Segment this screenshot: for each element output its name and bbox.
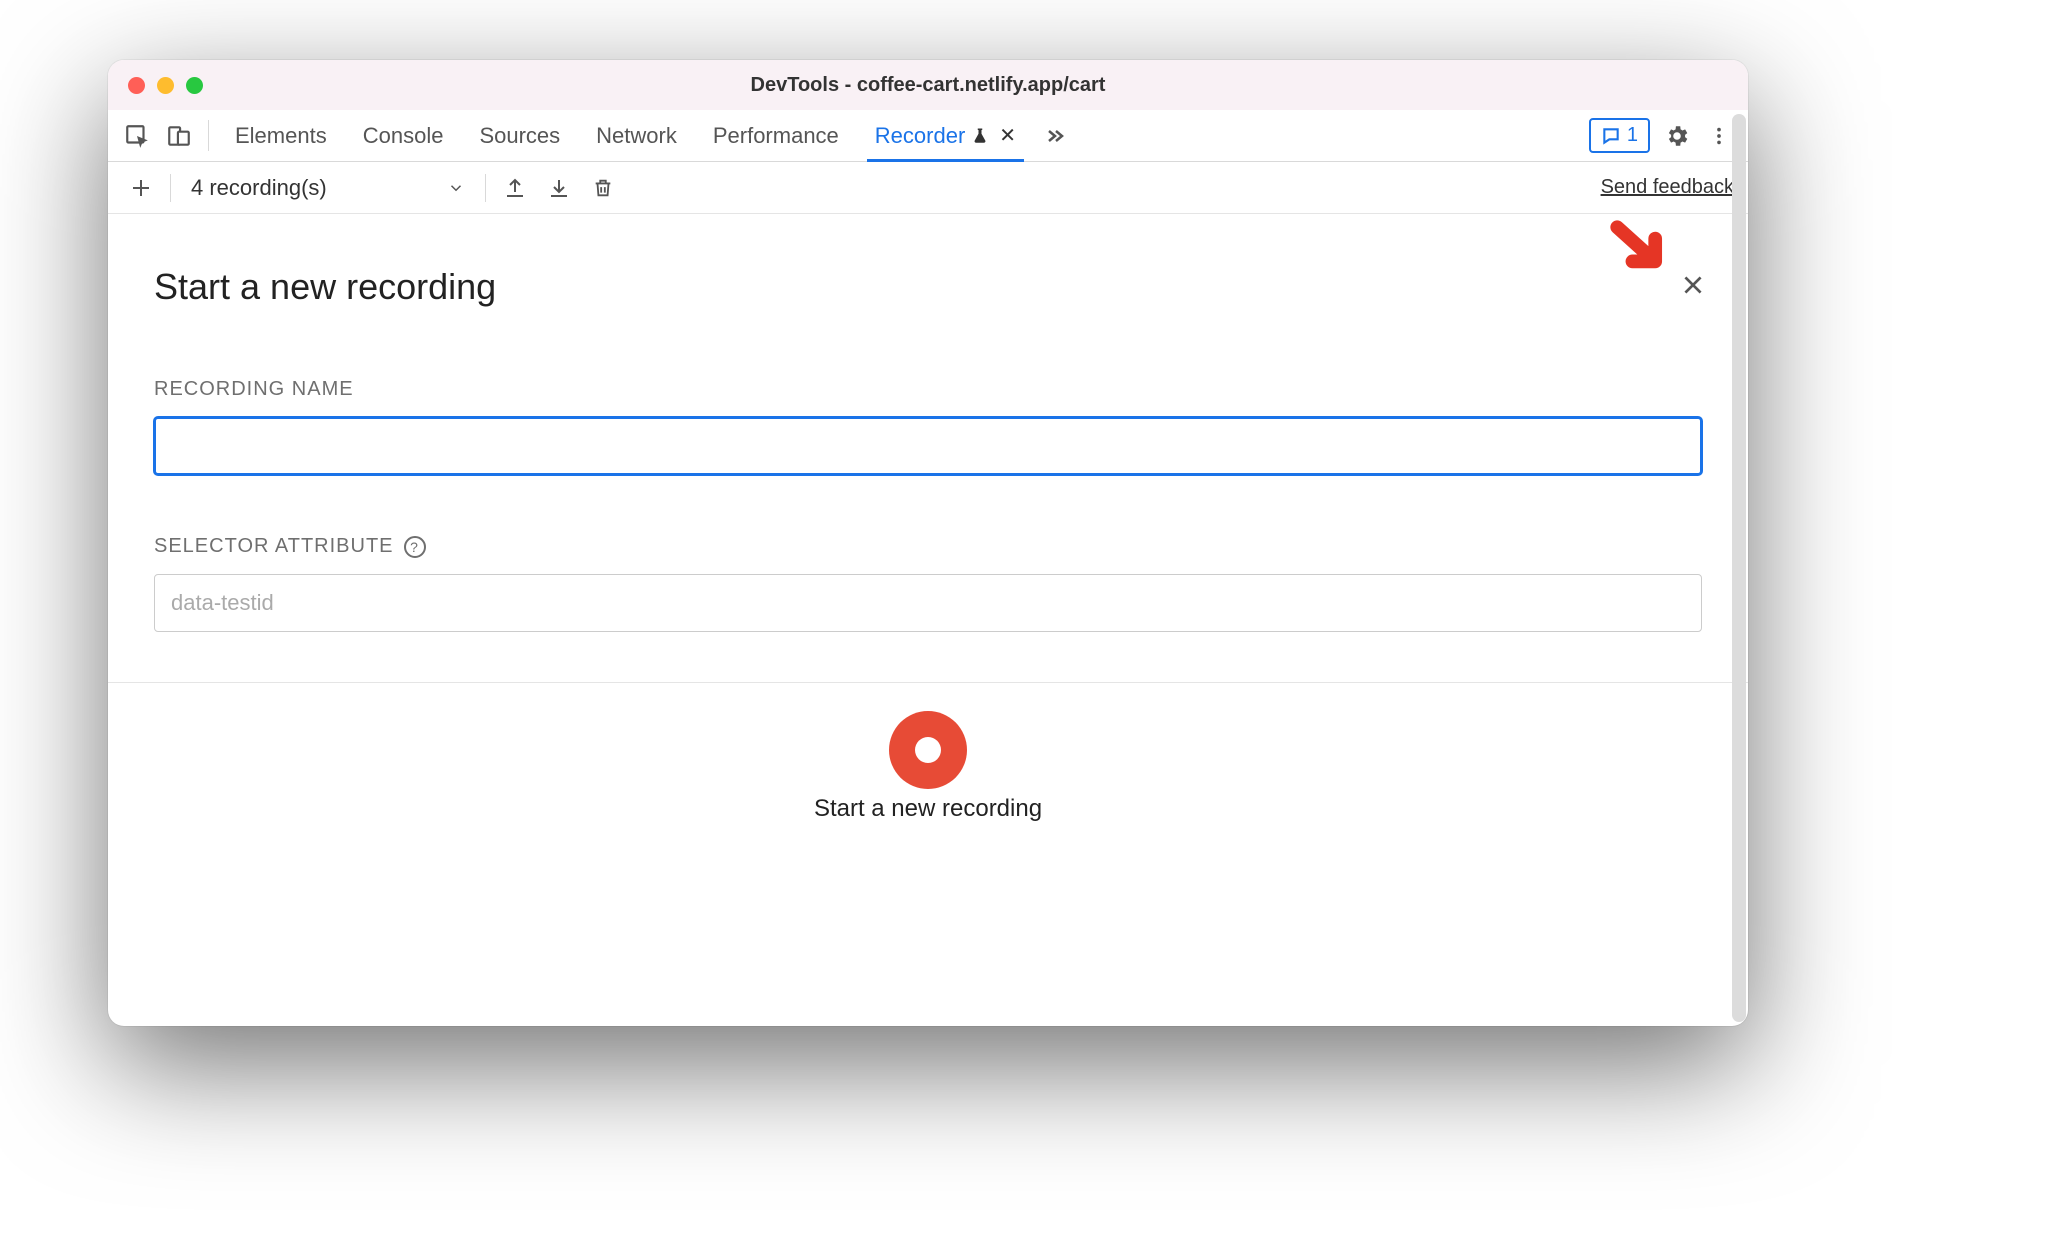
divider bbox=[208, 120, 209, 151]
tab-sources[interactable]: Sources bbox=[461, 110, 578, 161]
zoom-window-icon[interactable] bbox=[186, 77, 203, 94]
traffic-lights bbox=[128, 77, 203, 94]
send-feedback-link[interactable]: Send feedback bbox=[1601, 176, 1734, 199]
tab-performance[interactable]: Performance bbox=[695, 110, 857, 161]
tab-console[interactable]: Console bbox=[345, 110, 462, 161]
tab-network[interactable]: Network bbox=[578, 110, 695, 161]
chevron-down-icon bbox=[447, 179, 465, 197]
tab-close-icon[interactable]: ✕ bbox=[999, 123, 1016, 148]
close-panel-icon[interactable] bbox=[1680, 272, 1706, 298]
scrollbar[interactable] bbox=[1732, 114, 1746, 1022]
inspect-element-icon[interactable] bbox=[116, 110, 158, 161]
flask-icon bbox=[971, 127, 989, 145]
more-tabs-icon[interactable] bbox=[1034, 110, 1076, 161]
divider bbox=[485, 174, 486, 202]
tab-label: Recorder bbox=[875, 123, 965, 149]
panel-title: Start a new recording bbox=[154, 266, 1702, 308]
device-toolbar-icon[interactable] bbox=[158, 110, 200, 161]
recording-name-input[interactable] bbox=[154, 417, 1702, 475]
tab-recorder[interactable]: Recorder ✕ bbox=[857, 110, 1034, 161]
window-title: DevTools - coffee-cart.netlify.app/cart bbox=[108, 74, 1748, 97]
tab-label: Network bbox=[596, 123, 677, 149]
settings-icon[interactable] bbox=[1656, 110, 1698, 161]
new-recording-form: Start a new recording RECORDING NAME SEL… bbox=[108, 214, 1748, 683]
recordings-dropdown[interactable]: 4 recording(s) bbox=[181, 175, 475, 201]
add-recording-icon[interactable] bbox=[122, 169, 160, 207]
import-icon[interactable] bbox=[540, 169, 578, 207]
annotation-arrow-icon bbox=[1602, 214, 1678, 288]
recording-name-label: RECORDING NAME bbox=[154, 378, 1702, 401]
record-area: Start a new recording bbox=[108, 683, 1748, 823]
selector-attribute-input[interactable] bbox=[154, 574, 1702, 632]
export-icon[interactable] bbox=[496, 169, 534, 207]
start-recording-button[interactable] bbox=[889, 711, 967, 789]
field-recording-name: RECORDING NAME bbox=[154, 378, 1702, 475]
tab-label: Sources bbox=[479, 123, 560, 149]
selector-attribute-label: SELECTOR ATTRIBUTE ? bbox=[154, 535, 1702, 558]
divider bbox=[170, 174, 171, 202]
recordings-label: 4 recording(s) bbox=[191, 175, 327, 201]
field-selector-attribute: SELECTOR ATTRIBUTE ? bbox=[154, 535, 1702, 632]
start-recording-label: Start a new recording bbox=[814, 795, 1042, 823]
window-titlebar: DevTools - coffee-cart.netlify.app/cart bbox=[108, 60, 1748, 110]
tab-label: Console bbox=[363, 123, 444, 149]
delete-icon[interactable] bbox=[584, 169, 622, 207]
minimize-window-icon[interactable] bbox=[157, 77, 174, 94]
record-icon bbox=[915, 737, 941, 763]
tab-elements[interactable]: Elements bbox=[217, 110, 345, 161]
recorder-content: Start a new recording RECORDING NAME SEL… bbox=[108, 214, 1748, 1026]
selector-attribute-label-text: SELECTOR ATTRIBUTE bbox=[154, 535, 394, 558]
tab-label: Elements bbox=[235, 123, 327, 149]
issues-badge[interactable]: 1 bbox=[1589, 118, 1650, 153]
recorder-toolbar: 4 recording(s) Send feedback bbox=[108, 162, 1748, 214]
help-icon[interactable]: ? bbox=[404, 536, 426, 558]
devtools-tabbar: Elements Console Sources Network Perform… bbox=[108, 110, 1748, 162]
devtools-window: DevTools - coffee-cart.netlify.app/cart … bbox=[108, 60, 1748, 1026]
tab-label: Performance bbox=[713, 123, 839, 149]
close-window-icon[interactable] bbox=[128, 77, 145, 94]
issues-count: 1 bbox=[1627, 124, 1638, 147]
tabs-list: Elements Console Sources Network Perform… bbox=[217, 110, 1034, 161]
